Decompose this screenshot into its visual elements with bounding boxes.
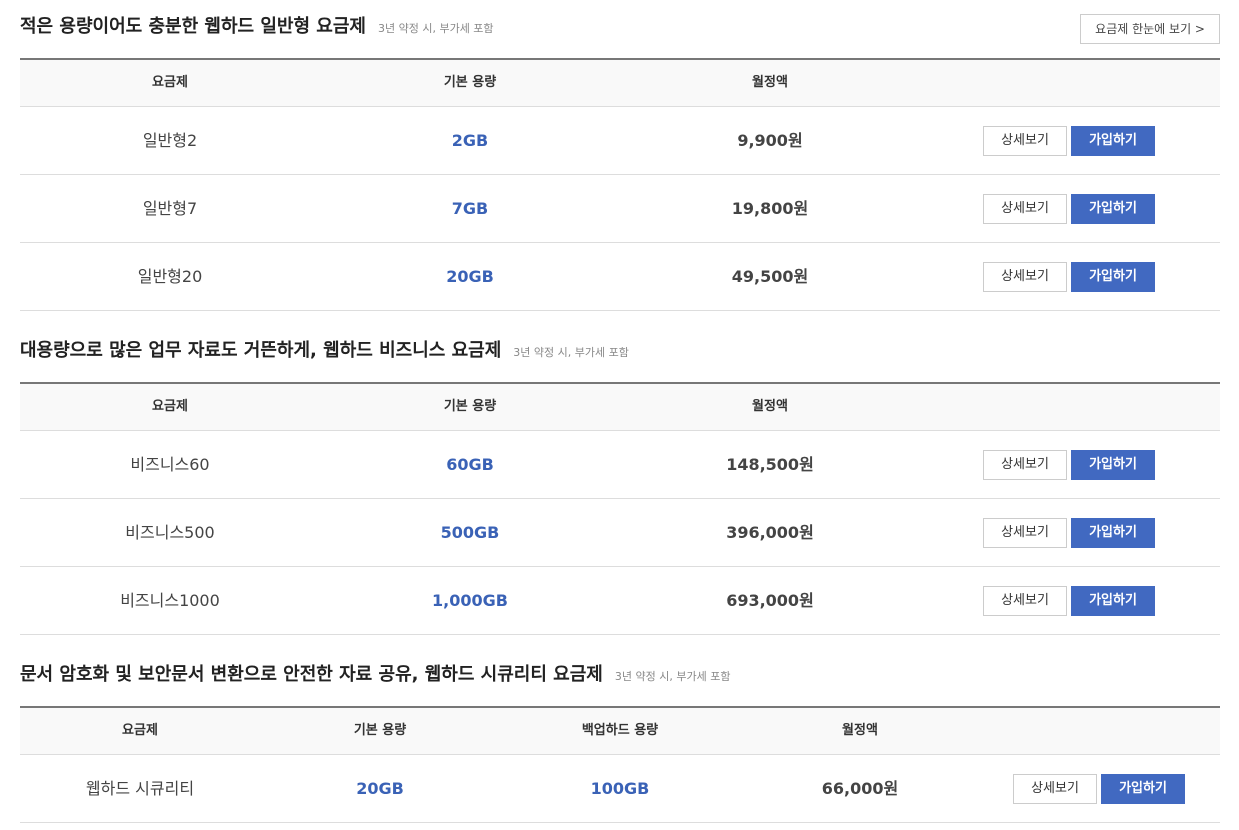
plan-name: 웹하드 시큐리티 xyxy=(85,779,195,798)
join-button[interactable]: 가입하기 xyxy=(1071,518,1155,548)
plan-capacity: 60GB xyxy=(446,455,494,474)
section-security-plans: 문서 암호화 및 보안문서 변환으로 안전한 자료 공유, 웹하드 시큐리티 요… xyxy=(20,648,1220,823)
row-actions: 상세보기 가입하기 xyxy=(983,450,1155,480)
detail-button[interactable]: 상세보기 xyxy=(983,450,1067,480)
table-row: 웹하드 시큐리티 20GB 100GB 66,000원 상세보기 가입하기 xyxy=(20,755,1220,823)
plan-name: 일반형7 xyxy=(142,199,198,218)
section-note: 3년 약정 시, 부가세 포함 xyxy=(377,22,494,35)
plan-backup-capacity: 100GB xyxy=(590,779,650,798)
column-header-capacity: 기본 용량 xyxy=(353,723,407,738)
join-button[interactable]: 가입하기 xyxy=(1101,774,1185,804)
column-header-plan: 요금제 xyxy=(152,75,188,90)
table-header: 요금제 기본 용량 백업하드 용량 월정액 xyxy=(20,708,1220,755)
row-actions: 상세보기 가입하기 xyxy=(983,586,1155,616)
detail-button[interactable]: 상세보기 xyxy=(983,262,1067,292)
plan-table: 요금제 기본 용량 월정액 비즈니스60 60GB 148,500원 상세보기 가… xyxy=(20,382,1220,635)
detail-button[interactable]: 상세보기 xyxy=(983,126,1067,156)
plan-name: 일반형20 xyxy=(137,267,203,286)
column-header-price: 월정액 xyxy=(752,75,788,90)
section-note: 3년 약정 시, 부가세 포함 xyxy=(513,346,629,359)
column-header-backup: 백업하드 용량 xyxy=(581,723,659,738)
row-actions: 상세보기 가입하기 xyxy=(983,126,1155,156)
table-row: 일반형2 2GB 9,900원 상세보기 가입하기 xyxy=(20,107,1220,175)
plan-price: 9,900원 xyxy=(737,131,803,150)
plan-price: 693,000원 xyxy=(726,591,814,610)
plan-table: 요금제 기본 용량 월정액 일반형2 2GB 9,900원 상세보기 가입하기 일… xyxy=(20,58,1220,311)
detail-button[interactable]: 상세보기 xyxy=(983,194,1067,224)
row-actions: 상세보기 가입하기 xyxy=(1013,774,1185,804)
detail-button[interactable]: 상세보기 xyxy=(983,518,1067,548)
section-title: 적은 용량이어도 충분한 웹하드 일반형 요금제 3년 약정 시, 부가세 포함 xyxy=(20,12,494,38)
section-title-text: 문서 암호화 및 보안문서 변환으로 안전한 자료 공유, 웹하드 시큐리티 요… xyxy=(20,664,603,685)
column-header-price: 월정액 xyxy=(752,399,788,414)
plan-name: 비즈니스60 xyxy=(130,455,210,474)
table-header: 요금제 기본 용량 월정액 xyxy=(20,60,1220,107)
plan-capacity: 1,000GB xyxy=(432,591,508,610)
plan-capacity: 20GB xyxy=(356,779,404,798)
table-row: 비즈니스1000 1,000GB 693,000원 상세보기 가입하기 xyxy=(20,567,1220,635)
plan-capacity: 7GB xyxy=(451,199,489,218)
section-business-plans: 대용량으로 많은 업무 자료도 거뜬하게, 웹하드 비즈니스 요금제 3년 약정 … xyxy=(20,324,1220,635)
table-row: 일반형7 7GB 19,800원 상세보기 가입하기 xyxy=(20,175,1220,243)
section-title: 대용량으로 많은 업무 자료도 거뜬하게, 웹하드 비즈니스 요금제 3년 약정 … xyxy=(20,336,629,362)
section-standard-plans: 적은 용량이어도 충분한 웹하드 일반형 요금제 3년 약정 시, 부가세 포함 … xyxy=(20,0,1220,311)
join-button[interactable]: 가입하기 xyxy=(1071,126,1155,156)
column-header-price: 월정액 xyxy=(842,723,878,738)
plan-price: 66,000원 xyxy=(821,779,899,798)
join-button[interactable]: 가입하기 xyxy=(1071,262,1155,292)
row-actions: 상세보기 가입하기 xyxy=(983,262,1155,292)
section-title: 문서 암호화 및 보안문서 변환으로 안전한 자료 공유, 웹하드 시큐리티 요… xyxy=(20,660,730,686)
plan-name: 비즈니스1000 xyxy=(120,591,220,610)
plan-name: 일반형2 xyxy=(142,131,198,150)
table-row: 비즈니스500 500GB 396,000원 상세보기 가입하기 xyxy=(20,499,1220,567)
plan-price: 396,000원 xyxy=(726,523,814,542)
table-row: 비즈니스60 60GB 148,500원 상세보기 가입하기 xyxy=(20,431,1220,499)
section-title-text: 대용량으로 많은 업무 자료도 거뜬하게, 웹하드 비즈니스 요금제 xyxy=(20,340,502,361)
join-button[interactable]: 가입하기 xyxy=(1071,450,1155,480)
plan-price: 19,800원 xyxy=(731,199,809,218)
join-button[interactable]: 가입하기 xyxy=(1071,586,1155,616)
table-row: 일반형20 20GB 49,500원 상세보기 가입하기 xyxy=(20,243,1220,311)
column-header-capacity: 기본 용량 xyxy=(443,75,497,90)
plan-capacity: 500GB xyxy=(440,523,500,542)
join-button[interactable]: 가입하기 xyxy=(1071,194,1155,224)
section-note: 3년 약정 시, 부가세 포함 xyxy=(614,670,731,683)
compare-plans-button[interactable]: 요금제 한눈에 보기 > xyxy=(1080,14,1220,44)
row-actions: 상세보기 가입하기 xyxy=(983,194,1155,224)
column-header-capacity: 기본 용량 xyxy=(443,399,497,414)
section-header: 문서 암호화 및 보안문서 변환으로 안전한 자료 공유, 웹하드 시큐리티 요… xyxy=(20,648,1220,706)
table-header: 요금제 기본 용량 월정액 xyxy=(20,384,1220,431)
plan-capacity: 2GB xyxy=(451,131,489,150)
column-header-plan: 요금제 xyxy=(122,723,158,738)
section-header: 대용량으로 많은 업무 자료도 거뜬하게, 웹하드 비즈니스 요금제 3년 약정 … xyxy=(20,324,1220,382)
detail-button[interactable]: 상세보기 xyxy=(1013,774,1097,804)
plan-price: 148,500원 xyxy=(726,455,814,474)
section-title-text: 적은 용량이어도 충분한 웹하드 일반형 요금제 xyxy=(20,16,366,37)
plan-price: 49,500원 xyxy=(731,267,809,286)
plan-name: 비즈니스500 xyxy=(125,523,215,542)
plan-capacity: 20GB xyxy=(446,267,494,286)
detail-button[interactable]: 상세보기 xyxy=(983,586,1067,616)
plan-table: 요금제 기본 용량 백업하드 용량 월정액 웹하드 시큐리티 20GB 100G… xyxy=(20,706,1220,823)
row-actions: 상세보기 가입하기 xyxy=(983,518,1155,548)
column-header-plan: 요금제 xyxy=(152,399,188,414)
section-header: 적은 용량이어도 충분한 웹하드 일반형 요금제 3년 약정 시, 부가세 포함 … xyxy=(20,0,1220,58)
